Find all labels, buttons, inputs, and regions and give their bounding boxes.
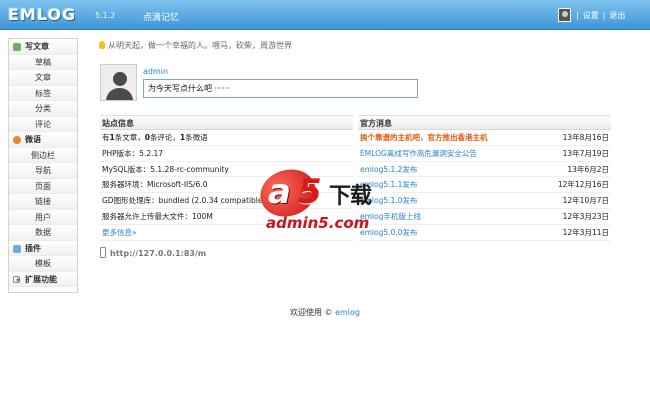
plugin-icon — [13, 244, 21, 253]
user-avatar — [100, 64, 137, 101]
lightbulb-icon — [99, 41, 105, 49]
news-date: 13年7月19日 — [559, 145, 609, 161]
watermark-5: 5 — [298, 172, 322, 212]
watermark-a: a — [268, 172, 291, 212]
sidebar-item-links[interactable]: 链接 — [9, 194, 77, 210]
sidebar-item-write[interactable]: 写文章 — [9, 39, 77, 55]
top-bar: EMLOG 5.1.2 点滴记忆 | 设置 | 退出 — [0, 0, 650, 30]
more-info-link[interactable]: 更多信息» — [102, 228, 137, 237]
news-item: EMLOG离线写作高危漏洞安全公告 13年7月19日 — [358, 145, 611, 162]
sidebar: 写文章 草稿 文章 标签 分类 评论 微语 侧边栏 导航 页面 链接 用户 数据… — [8, 38, 78, 293]
news-date: 12年3月11日 — [559, 224, 609, 240]
news-date: 13年6月2日 — [564, 161, 609, 177]
news-date: 12年12月16日 — [554, 177, 609, 193]
avatar-head — [113, 72, 127, 86]
mobile-phone-icon — [100, 247, 106, 258]
settings-link[interactable]: 设置 — [583, 11, 599, 20]
sidebar-item-navi[interactable]: 导航 — [9, 163, 77, 179]
sidebar-item-widgets[interactable]: 侧边栏 — [9, 147, 77, 163]
twitter-input[interactable]: 为今天写点什么吧 ······ — [143, 79, 418, 98]
username-link[interactable]: admin — [143, 67, 168, 76]
avatar-body — [106, 88, 133, 100]
sidebar-item-categories[interactable]: 分类 — [9, 101, 77, 117]
emlog-logo[interactable]: EMLOG — [8, 5, 76, 25]
emlog-footer-link[interactable]: emlog — [335, 308, 360, 317]
watermark-domain: admin5.com — [266, 214, 370, 232]
news-link[interactable]: EMLOG离线写作高危漏洞安全公告 — [360, 149, 477, 158]
watermark-text: 下载 — [329, 184, 372, 209]
news-date: 12年3月23日 — [559, 208, 609, 224]
site-info-title: 站点信息 — [100, 115, 353, 130]
write-icon — [13, 43, 21, 51]
news-link[interactable]: 换个靠谱的主机吧，官方推出香港主机 — [360, 133, 488, 142]
news-date: 13年8月16日 — [559, 130, 609, 145]
twitter-icon — [13, 136, 21, 144]
sidebar-item-pages[interactable]: 页面 — [9, 178, 77, 194]
admin5-watermark-logo: a 5 下载 admin5.com — [252, 162, 412, 242]
sidebar-item-twitter[interactable]: 微语 — [9, 132, 77, 148]
footer: 欢迎使用 © emlog — [289, 308, 360, 317]
sidebar-item-users[interactable]: 用户 — [9, 209, 77, 225]
sidebar-item-comments[interactable]: 评论 — [9, 116, 77, 132]
news-title: 官方消息 — [358, 115, 611, 130]
expand-icon — [13, 273, 21, 288]
mobile-url: http://127.0.0.1:83/m — [100, 247, 206, 258]
sidebar-item-posts[interactable]: 文章 — [9, 70, 77, 86]
site-summary-row: 有1条文章，0条评论，1条微语 — [100, 130, 353, 146]
blog-name-link[interactable]: 点滴记忆 — [143, 10, 179, 23]
news-item: 换个靠谱的主机吧，官方推出香港主机 13年8月16日 — [358, 130, 611, 146]
sidebar-item-plugins[interactable]: 插件 — [9, 240, 77, 256]
sidebar-item-templates[interactable]: 模板 — [9, 256, 77, 272]
news-date: 12年10月7日 — [559, 193, 609, 208]
version-label: 5.1.2 — [95, 11, 116, 20]
sidebar-item-tags[interactable]: 标签 — [9, 85, 77, 101]
top-links: | 设置 | 退出 — [576, 11, 626, 20]
daily-tip: 从明天起，做一个幸福的人。喂马，砍柴，周游世界 — [99, 40, 292, 51]
sidebar-item-extensions[interactable]: 扩展功能 — [9, 271, 77, 288]
sidebar-item-data[interactable]: 数据 — [9, 225, 77, 241]
php-version-row: PHP版本：5.2.17 — [100, 146, 353, 162]
sidebar-item-drafts[interactable]: 草稿 — [9, 54, 77, 70]
user-avatar-icon[interactable] — [558, 8, 571, 22]
logout-link[interactable]: 退出 — [609, 11, 625, 20]
